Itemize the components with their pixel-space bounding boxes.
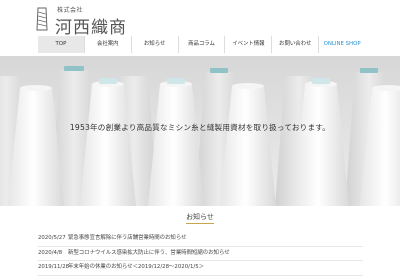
- news-date: 2019/11/28: [38, 264, 70, 270]
- hero-tagline: 1953年の創業より高品質なミシン糸と縫製用資材を取り扱っております。: [69, 123, 331, 132]
- nav-item-top[interactable]: TOP: [38, 36, 84, 53]
- site-header: 株式会社 河西織商: [0, 0, 400, 38]
- news-item[interactable]: 2020/4/8 新型コロナウイルス感染拡大防止に伴う、営業時間短縮のお知らせ: [38, 247, 363, 261]
- news-section-title: お知らせ: [186, 213, 214, 221]
- news-item[interactable]: 2019/11/28 年末年始の休業のお知らせ＜2019/12/28〜2020/…: [38, 261, 363, 276]
- news-list: 2020/5/27 緊急事態宣言解除に伴う店舗営業時間のお知らせ 2020/4/…: [38, 232, 363, 276]
- thread-spool-icon[interactable]: [36, 7, 48, 31]
- news-link[interactable]: 年末年始の休業のお知らせ＜2019/12/28〜2020/1/5＞: [68, 261, 363, 275]
- nav-item-news[interactable]: お知らせ: [130, 36, 178, 53]
- news-date: 2020/5/27: [38, 235, 66, 241]
- news-item[interactable]: 2020/5/27 緊急事態宣言解除に伴う店舗営業時間のお知らせ: [38, 232, 363, 247]
- nav-item-company[interactable]: 会社案内: [83, 36, 131, 53]
- nav-item-online-shop[interactable]: ONLINE SHOP: [318, 36, 366, 53]
- nav-item-events[interactable]: イベント情報: [224, 36, 272, 53]
- logo-company-name[interactable]: 河西織商: [55, 13, 127, 38]
- nav-item-product-column[interactable]: 商品コラム: [177, 36, 225, 53]
- title-underline: [186, 223, 214, 224]
- news-link[interactable]: 緊急事態宣言解除に伴う店舗営業時間のお知らせ: [68, 232, 363, 246]
- news-date: 2020/4/8: [38, 249, 63, 256]
- hero-banner: 1953年の創業より高品質なミシン糸と縫製用資材を取り扱っております。: [0, 56, 400, 206]
- global-nav: TOP 会社案内 お知らせ 商品コラム イベント情報 お問い合わせ ONLINE…: [38, 36, 366, 53]
- news-link[interactable]: 新型コロナウイルス感染拡大防止に伴う、営業時間短縮のお知らせ: [68, 247, 363, 261]
- nav-item-contact[interactable]: お問い合わせ: [271, 36, 319, 53]
